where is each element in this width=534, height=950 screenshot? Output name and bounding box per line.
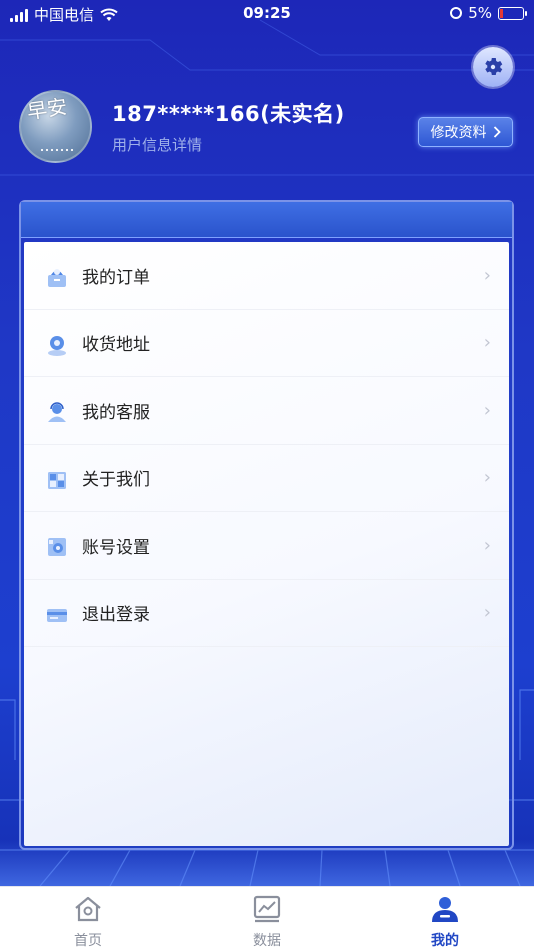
customer-service-icon <box>48 402 66 422</box>
edit-profile-label: 修改资料 <box>430 125 487 141</box>
menu-item-account-settings[interactable]: 账号设置 › <box>24 512 509 580</box>
gear-icon <box>485 58 503 75</box>
settings-button[interactable] <box>473 47 513 87</box>
menu-item-label: 关于我们 <box>82 470 150 491</box>
chevron-right-icon: › <box>483 264 491 286</box>
avatar[interactable]: 早安 <box>19 90 92 163</box>
location-pin-icon <box>48 335 66 356</box>
menu-item-label: 我的订单 <box>82 267 150 288</box>
chevron-right-icon: › <box>483 332 491 354</box>
home-icon <box>75 896 101 922</box>
chevron-right-icon: › <box>483 399 491 421</box>
user-info-detail-link[interactable]: 用户信息详情 <box>112 134 202 155</box>
menu-item-logout[interactable]: 退出登录 › <box>24 580 509 647</box>
battery-icon <box>498 6 527 20</box>
chevron-right-icon <box>493 126 501 138</box>
gear-box-icon <box>48 538 66 556</box>
status-right: 5% <box>450 4 527 22</box>
menu-item-label: 账号设置 <box>82 537 150 558</box>
status-bar: 中国电信 09:25 5% <box>0 0 534 28</box>
battery-percent: 5% <box>468 4 492 22</box>
menu-list: 我的订单 › 收货地址 › 我的客服 › 关于我们 › 账号设置 › 退出登录 … <box>24 242 509 647</box>
person-icon <box>432 897 458 922</box>
tab-mine[interactable]: 我的 <box>405 895 485 950</box>
chevron-right-icon: › <box>483 467 491 489</box>
menu-card: 我的订单 › 收货地址 › 我的客服 › 关于我们 › 账号设置 › 退出登录 … <box>24 242 509 846</box>
menu-item-label: 我的客服 <box>82 402 150 423</box>
tab-label: 数据 <box>253 933 281 949</box>
menu-item-address[interactable]: 收货地址 › <box>24 310 509 377</box>
building-icon <box>48 471 66 489</box>
tab-bar: 首页 数据 我的 <box>0 886 534 950</box>
logout-card-icon <box>47 608 67 622</box>
tab-data[interactable]: 数据 <box>227 895 307 950</box>
avatar-decoration <box>41 149 75 151</box>
menu-item-about[interactable]: 关于我们 › <box>24 445 509 512</box>
avatar-text: 早安 <box>25 94 69 124</box>
tab-label: 我的 <box>431 933 459 949</box>
menu-item-customer-service[interactable]: 我的客服 › <box>24 377 509 445</box>
menu-item-label: 收货地址 <box>82 335 150 356</box>
chevron-right-icon: › <box>483 534 491 556</box>
menu-item-label: 退出登录 <box>82 605 150 626</box>
menu-card-header <box>21 202 512 238</box>
chevron-right-icon: › <box>483 602 491 624</box>
order-bag-icon <box>48 269 66 287</box>
tab-label: 首页 <box>74 933 102 949</box>
edit-profile-button[interactable]: 修改资料 <box>418 117 513 147</box>
tab-home[interactable]: 首页 <box>48 895 128 950</box>
chart-icon <box>253 895 281 923</box>
menu-item-orders[interactable]: 我的订单 › <box>24 242 509 310</box>
user-name: 187*****166(未实名) <box>112 102 345 126</box>
orientation-lock-icon <box>450 7 463 19</box>
